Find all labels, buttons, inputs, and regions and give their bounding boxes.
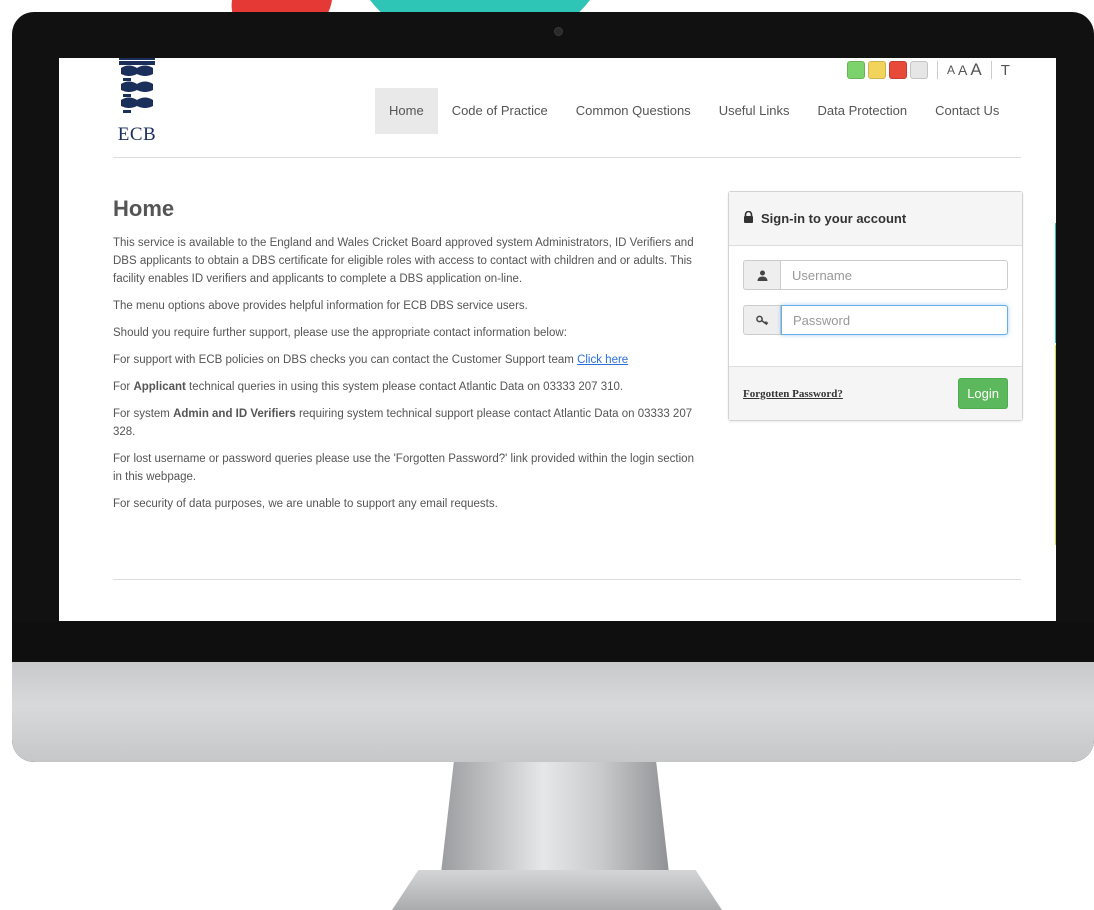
username-input[interactable] [781,260,1008,290]
main-content: Home This service is available to the En… [113,196,703,522]
applicant-support-paragraph: For Applicant technical queries in using… [113,378,703,396]
screen: ECB A A A T Home Code of Practice Common… [59,58,1056,621]
username-group [743,260,1008,290]
password-input[interactable] [781,305,1008,335]
decorative-teal-accent [1055,223,1056,343]
nav-data-protection[interactable]: Data Protection [804,88,922,134]
nav-useful-links[interactable]: Useful Links [705,88,804,134]
divider [990,61,992,79]
contrast-yellow-swatch[interactable] [868,61,886,79]
main-nav: Home Code of Practice Common Questions U… [375,88,1013,134]
nav-common-questions[interactable]: Common Questions [562,88,705,134]
decorative-yellow-accent [1055,345,1056,545]
three-lions-crest-icon [119,58,155,113]
key-icon [743,305,781,335]
admin-text-pre: For system [113,408,174,420]
security-paragraph: For security of data purposes, we are un… [113,498,498,510]
divider [937,61,938,79]
support-paragraph: Should you require further support, plea… [113,327,567,339]
forgotten-password-link[interactable]: Forgotten Password? [743,388,843,400]
login-button[interactable]: Login [958,378,1008,409]
logo-text: ECB [117,124,157,145]
lost-password-paragraph: For lost username or password queries pl… [113,453,694,483]
nav-code-of-practice[interactable]: Code of Practice [438,88,562,134]
policy-support-text: For support with ECB policies on DBS che… [113,354,578,366]
camera-icon [554,27,563,36]
policy-support-paragraph: For support with ECB policies on DBS che… [113,351,703,369]
text-mode-toggle[interactable]: T [1001,62,1010,79]
footer-divider [113,579,1021,580]
text-size-large[interactable]: A [970,60,981,80]
password-group [743,305,1008,335]
text-size-small[interactable]: A [947,63,955,77]
applicant-text-pre: For [113,381,134,393]
contrast-red-swatch[interactable] [889,61,907,79]
menu-info-paragraph: The menu options above provides helpful … [113,300,528,312]
applicant-bold: Applicant [133,381,186,393]
nav-contact-us[interactable]: Contact Us [921,88,1013,134]
accessibility-controls: A A A T [847,60,1010,80]
applicant-text-post: technical queries in using this system p… [185,381,624,393]
monitor-base [392,870,722,910]
click-here-link[interactable]: Click here [577,354,628,366]
admin-support-paragraph: For system Admin and ID Verifiers requir… [113,405,703,441]
admin-bold: Admin and ID Verifiers [173,408,296,420]
text-size-medium[interactable]: A [958,62,967,78]
header-divider [113,157,1021,158]
monitor-stand [440,762,670,882]
monitor-lower-bezel [12,622,1094,662]
user-icon [743,260,781,290]
contrast-green-swatch[interactable] [847,61,865,79]
login-heading: Sign-in to your account [761,211,907,226]
page-title: Home [113,196,175,221]
ecb-logo[interactable]: ECB [113,58,161,146]
login-panel-header: Sign-in to your account [729,192,1022,246]
intro-paragraph: This service is available to the England… [113,237,694,285]
login-panel: Sign-in to your account Forgotten Passwo… [728,191,1023,421]
nav-home[interactable]: Home [375,88,438,134]
lock-icon [743,210,754,226]
login-panel-footer: Forgotten Password? Login [729,366,1022,420]
contrast-default-swatch[interactable] [910,61,928,79]
login-form [729,246,1022,335]
